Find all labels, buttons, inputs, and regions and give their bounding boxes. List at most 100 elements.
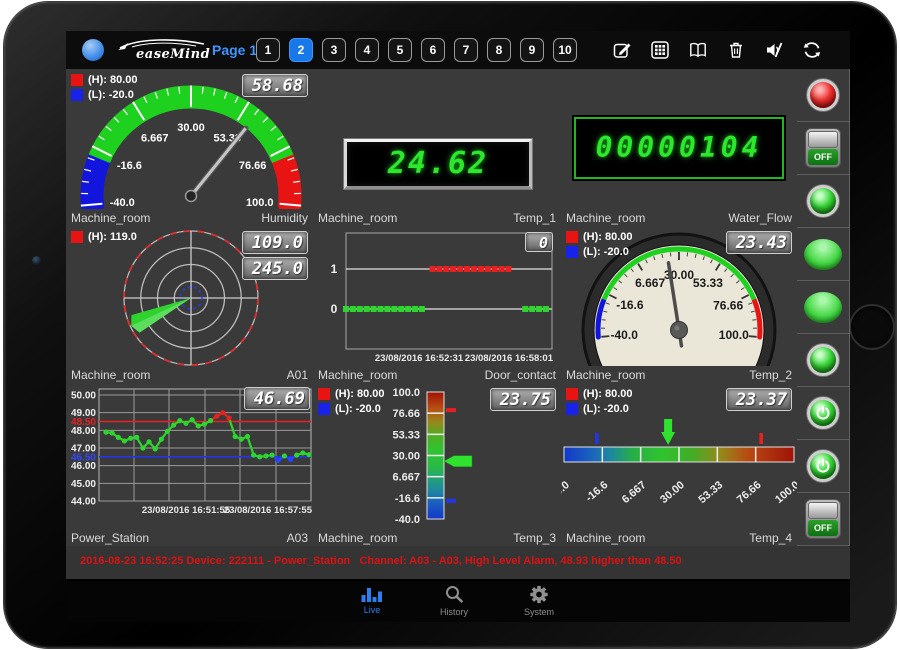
channel-name: Water_Flow [728, 211, 792, 225]
alarm-bar[interactable]: 2016-08-23 16:52:25 Device: 222111 - Pow… [66, 546, 850, 579]
low-limit-label: (L): -20.0 [583, 403, 629, 415]
widget-waterflow-counter[interactable]: 00000104 Machine_room Water_Flow [561, 69, 798, 227]
svg-text:6.667: 6.667 [635, 276, 665, 290]
svg-text:-40.0: -40.0 [611, 328, 639, 342]
high-limit-swatch [566, 231, 578, 243]
widget-temp1-lcd[interactable]: 24.62 Machine_room Temp_1 [313, 69, 562, 227]
side-cell-8-power [797, 440, 849, 493]
device-name: Machine_room [71, 368, 150, 382]
tab-label: System [509, 607, 569, 617]
svg-text:-40.0: -40.0 [395, 514, 420, 526]
widget-a01-radar[interactable]: (H): 119.0 109.0 245.0 Machine_roomA01 [66, 226, 314, 384]
side-cell-6-light [797, 334, 849, 387]
widget-a03-trend-chart[interactable]: 46.69 50.0049.0048.5048.0047.0046.5046.0… [66, 383, 314, 547]
page-button-1[interactable]: 1 [256, 38, 280, 62]
svg-text:44.00: 44.00 [71, 497, 96, 508]
svg-text:76.66: 76.66 [713, 298, 743, 312]
low-limit-swatch [318, 403, 330, 415]
tab-history[interactable]: History [424, 585, 484, 617]
page-button-9[interactable]: 9 [520, 38, 544, 62]
channel-name: Temp_3 [513, 531, 556, 545]
value-display: 0 [525, 232, 553, 252]
svg-text:-16.6: -16.6 [395, 493, 420, 505]
device-name: Machine_room [318, 531, 397, 545]
widget-humidity-gauge[interactable]: (H): 80.00 (L): -20.0 58.68 -40.0-16.66.… [66, 69, 314, 227]
book-icon[interactable] [688, 40, 708, 60]
lcd-display: 24.62 [344, 139, 532, 189]
page-button-8[interactable]: 8 [487, 38, 511, 62]
svg-text:100.0: 100.0 [719, 328, 749, 342]
toggle-switch-off[interactable]: OFF [806, 500, 840, 538]
svg-text:6.667: 6.667 [392, 472, 420, 484]
tab-system[interactable]: System [509, 585, 569, 617]
page-button-10[interactable]: 10 [553, 38, 577, 62]
value-display: 46.69 [244, 387, 310, 410]
limits-legend: (H): 80.00 (L): -20.0 [566, 388, 633, 418]
high-limit-label: (H): 80.00 [335, 388, 385, 400]
power-icon [815, 458, 831, 474]
svg-text:-40.0: -40.0 [561, 479, 572, 504]
power-button[interactable] [807, 397, 839, 429]
toggle-switch-off[interactable]: OFF [806, 129, 840, 167]
svg-text:-40.0: -40.0 [110, 197, 135, 209]
home-button[interactable] [849, 304, 895, 350]
high-limit-label: (H): 80.00 [583, 388, 633, 400]
widget-door-contact-chart[interactable]: 0 1023/08/2016 16:52:3123/08/2016 16:58:… [313, 226, 562, 384]
edit-icon[interactable] [612, 40, 632, 60]
green-push-button[interactable] [804, 292, 842, 323]
side-cell-7-power [797, 387, 849, 440]
device-name: Machine_room [318, 211, 397, 225]
high-limit-swatch [318, 388, 330, 400]
page-label: Page 1 [212, 42, 257, 58]
device-name: Machine_room [566, 211, 645, 225]
history-search-icon [444, 585, 464, 604]
channel-name: Temp_1 [513, 211, 556, 225]
svg-text:45.00: 45.00 [71, 479, 96, 490]
svg-text:30.00: 30.00 [392, 451, 420, 463]
keypad-icon[interactable] [650, 40, 670, 60]
widget-temp3-vertical-bar[interactable]: (H): 80.00 (L): -20.0 23.75 100.076.6653… [313, 383, 562, 547]
bottom-nav: Live History System [66, 579, 850, 622]
page-buttons: 123456789 10 [256, 38, 586, 62]
status-circle-button[interactable] [82, 39, 104, 61]
svg-text:100.0: 100.0 [392, 387, 420, 399]
counter-display: 00000104 [574, 117, 784, 179]
svg-text:48.00: 48.00 [71, 426, 96, 437]
trash-icon[interactable] [726, 40, 746, 60]
logo-text: easeMind [136, 47, 210, 62]
high-limit-swatch [71, 74, 83, 86]
low-limit-label: (L): -20.0 [335, 403, 381, 415]
svg-text:6.667: 6.667 [620, 479, 649, 506]
power-button[interactable] [807, 450, 839, 482]
camera-dot [32, 256, 41, 265]
low-limit-swatch [566, 403, 578, 415]
value-display: 23.43 [726, 231, 792, 254]
device-name: Machine_room [71, 211, 150, 225]
widget-temp2-gauge[interactable]: (H): 80.00 (L): -20.0 23.43 -40.0-16.66.… [561, 226, 798, 384]
toolbar-icons [612, 40, 840, 60]
page-button-2[interactable]: 2 [289, 38, 313, 62]
svg-text:30.00: 30.00 [658, 479, 687, 506]
svg-text:46.00: 46.00 [71, 461, 96, 472]
page-button-4[interactable]: 4 [355, 38, 379, 62]
widget-temp4-horizontal-bar[interactable]: (H): 80.00 (L): -20.0 23.37 -40.0-16.66.… [561, 383, 798, 547]
page-button-6[interactable]: 6 [421, 38, 445, 62]
svg-text:50.00: 50.00 [71, 391, 96, 402]
alarm-text: 2016-08-23 16:52:25 Device: 222111 - Pow… [66, 546, 850, 567]
page-button-3[interactable]: 3 [322, 38, 346, 62]
value-display: 23.75 [490, 388, 556, 411]
svg-text:-16.6: -16.6 [583, 479, 610, 504]
screenshot: easeMind Page 1 123456789 10 [0, 0, 900, 650]
mute-icon[interactable] [764, 40, 784, 60]
switch-state-label: OFF [808, 520, 838, 536]
refresh-icon[interactable] [802, 40, 822, 60]
page-button-5[interactable]: 5 [388, 38, 412, 62]
green-push-button[interactable] [804, 239, 842, 270]
power-icon [815, 405, 831, 421]
page-button-7[interactable]: 7 [454, 38, 478, 62]
high-limit-swatch [566, 388, 578, 400]
svg-text:53.33: 53.33 [392, 429, 420, 441]
svg-text:100.0: 100.0 [246, 197, 274, 209]
tab-live[interactable]: Live [342, 585, 402, 615]
green-indicator-light [807, 344, 839, 376]
